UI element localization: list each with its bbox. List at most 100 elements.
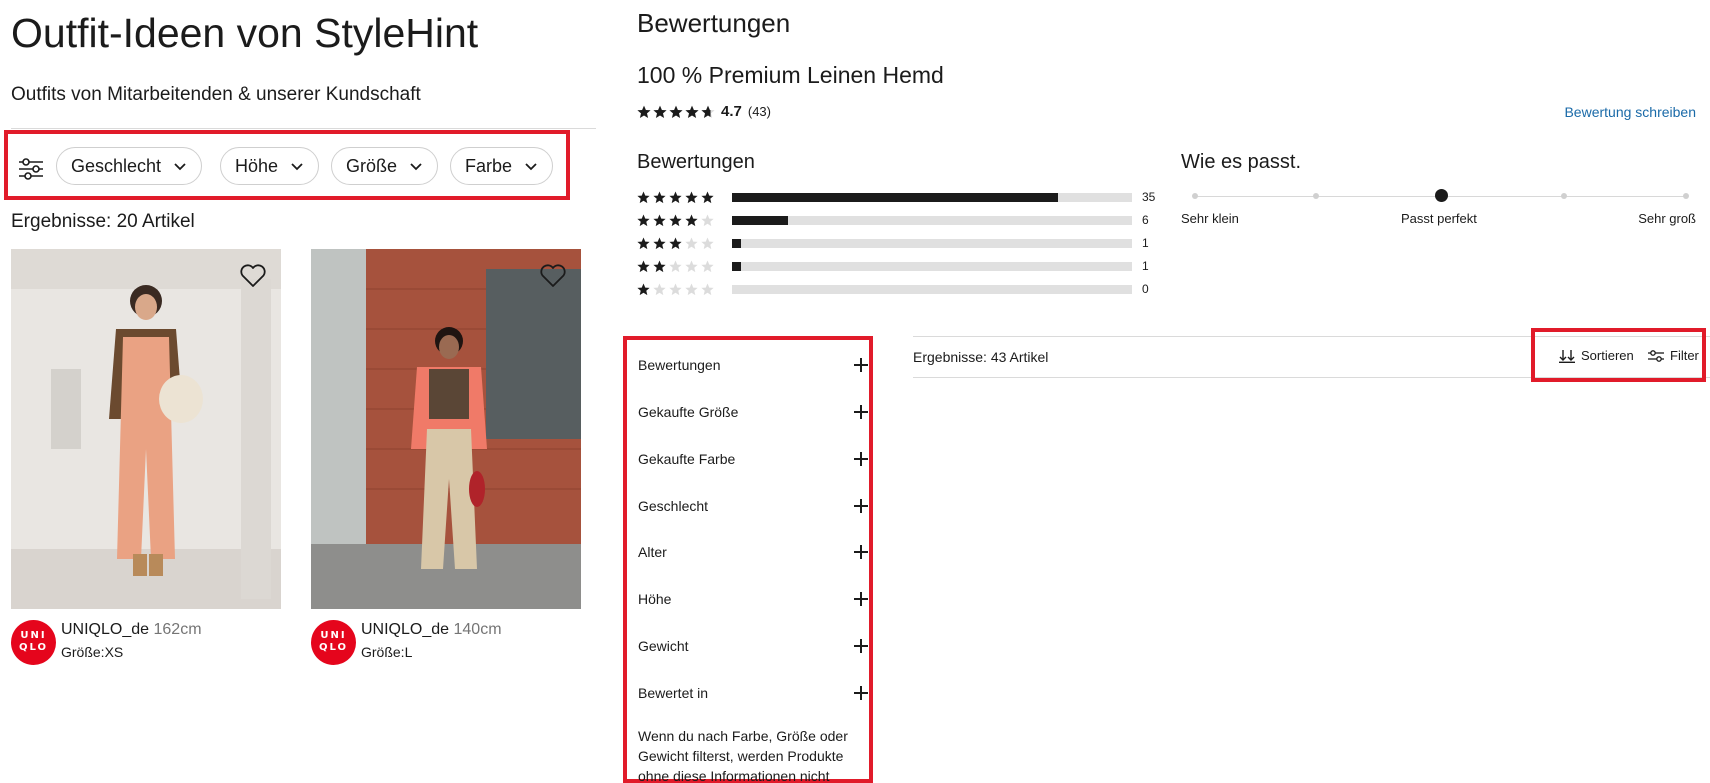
reviews-title: Bewertungen — [637, 8, 791, 38]
filter-chip-height[interactable]: Höhe — [220, 147, 320, 185]
plus-icon — [854, 545, 868, 559]
star-icon — [685, 191, 698, 203]
plus-icon — [854, 686, 868, 700]
filter-label: Filter — [1670, 348, 1699, 363]
histogram-bar — [732, 285, 1132, 294]
rating-count: (43) — [747, 104, 771, 119]
rating-stars — [637, 105, 715, 119]
star-icon — [669, 214, 682, 226]
star-icon — [637, 191, 650, 203]
star-icon — [701, 283, 714, 295]
facet-label: Höhe — [638, 591, 672, 607]
star-icon — [669, 260, 682, 272]
sliders-icon[interactable] — [18, 158, 44, 180]
plus-icon — [854, 592, 868, 606]
histogram-bar — [732, 239, 1132, 248]
star-icon — [669, 283, 682, 295]
results-count: Ergebnisse: 43 Artikel — [913, 349, 1049, 365]
star-icon — [637, 214, 650, 226]
star-icon — [653, 260, 666, 272]
filter-chip-color[interactable]: Farbe — [450, 147, 554, 185]
facet-note: Wenn du nach Farbe, Größe oder Gewicht f… — [638, 728, 848, 783]
facet-label: Gewicht — [638, 638, 689, 654]
heart-icon[interactable] — [539, 263, 567, 289]
histogram-bar-fill — [732, 262, 742, 271]
user-height: 162cm — [153, 621, 202, 638]
star-icon — [685, 260, 698, 272]
histogram-count: 35 — [1142, 190, 1156, 204]
facet-label: Bewertet in — [638, 685, 709, 701]
fit-title: Wie es passt. — [1181, 151, 1302, 173]
facet-reviewed-in[interactable]: Bewertet in — [638, 681, 868, 705]
plus-icon — [854, 452, 868, 466]
star-icon — [701, 237, 714, 249]
username: UNIQLO_de 140cm — [361, 621, 502, 638]
user-size: Größe:XS — [61, 644, 124, 660]
histogram-row[interactable]: 6 — [637, 212, 1157, 228]
star-icon — [701, 260, 714, 272]
histogram-row[interactable]: 1 — [637, 258, 1157, 274]
fit-scale-dot — [1192, 193, 1198, 199]
star-icon — [701, 214, 714, 226]
chip-label: Größe — [346, 155, 398, 176]
star-icon — [685, 283, 698, 295]
fit-label-small: Sehr klein — [1181, 211, 1239, 226]
star-icon — [637, 283, 650, 295]
facet-label: Gekaufte Farbe — [638, 451, 736, 467]
chip-label: Höhe — [235, 155, 279, 176]
plus-icon — [854, 499, 868, 513]
star-icon — [685, 237, 698, 249]
uniqlo-logo: UNI QLO — [11, 620, 56, 665]
filter-bar: Geschlecht Höhe Größe Farbe — [4, 130, 570, 200]
histogram-count: 0 — [1142, 282, 1149, 296]
row-stars — [637, 214, 714, 227]
user-size: Größe:L — [361, 644, 413, 660]
fit-label-perfect: Passt perfekt — [1401, 211, 1477, 226]
facet-ratings[interactable]: Bewertungen — [638, 353, 868, 377]
facet-age[interactable]: Alter — [638, 540, 868, 564]
uniqlo-logo: UNI QLO — [311, 620, 356, 665]
facet-label: Bewertungen — [638, 357, 721, 373]
star-icon — [653, 283, 666, 295]
fit-scale-selected-dot — [1435, 189, 1448, 202]
sort-filter-controls: Sortieren Filter — [1531, 328, 1706, 382]
facet-weight[interactable]: Gewicht — [638, 634, 868, 658]
star-icon — [653, 214, 666, 226]
user-height: 140cm — [453, 621, 502, 638]
rating-summary: 4.7 (43) — [637, 103, 771, 120]
sort-button[interactable]: Sortieren — [1559, 348, 1634, 363]
stylehint-panel: Outfit-Ideen von StyleHint Outfits von M… — [0, 0, 600, 783]
chevron-down-icon — [174, 163, 186, 171]
fit-label-large: Sehr groß — [1638, 211, 1696, 226]
row-stars — [637, 260, 714, 273]
facet-purchased-color[interactable]: Gekaufte Farbe — [638, 447, 868, 471]
row-stars — [637, 191, 714, 204]
star-icon — [637, 237, 650, 249]
facet-purchased-size[interactable]: Gekaufte Größe — [638, 400, 868, 424]
write-review-link[interactable]: Bewertung schreiben — [1564, 104, 1696, 120]
results-count: Ergebnisse: 20 Artikel — [11, 211, 195, 232]
heart-icon[interactable] — [239, 263, 267, 289]
rating-value: 4.7 — [721, 103, 742, 120]
histogram-title: Bewertungen — [637, 151, 755, 173]
reviews-panel: Bewertungen 100 % Premium Leinen Hemd 4.… — [600, 0, 1710, 783]
histogram-row[interactable]: 0 — [637, 281, 1157, 297]
card-meta: UNI QLO UNIQLO_de 140cm Größe:L — [311, 620, 581, 670]
histogram-bar-fill — [732, 216, 788, 225]
sliders-icon — [1648, 349, 1664, 362]
outfit-photo[interactable] — [311, 249, 581, 609]
filter-chip-gender[interactable]: Geschlecht — [56, 147, 203, 185]
filter-chip-size[interactable]: Größe — [331, 147, 439, 185]
histogram-bar-fill — [732, 193, 1058, 202]
facet-gender[interactable]: Geschlecht — [638, 494, 868, 518]
star-icon — [669, 237, 682, 249]
sort-label: Sortieren — [1581, 348, 1634, 363]
facet-panel: Bewertungen Gekaufte Größe Gekaufte Farb… — [623, 336, 873, 783]
histogram-row[interactable]: 1 — [637, 235, 1157, 251]
histogram-row[interactable]: 35 — [637, 189, 1157, 205]
outfit-photo[interactable] — [11, 249, 281, 609]
histogram-count: 6 — [1142, 213, 1149, 227]
facet-height[interactable]: Höhe — [638, 587, 868, 611]
facet-label: Geschlecht — [638, 498, 709, 514]
filter-button[interactable]: Filter — [1648, 348, 1699, 363]
